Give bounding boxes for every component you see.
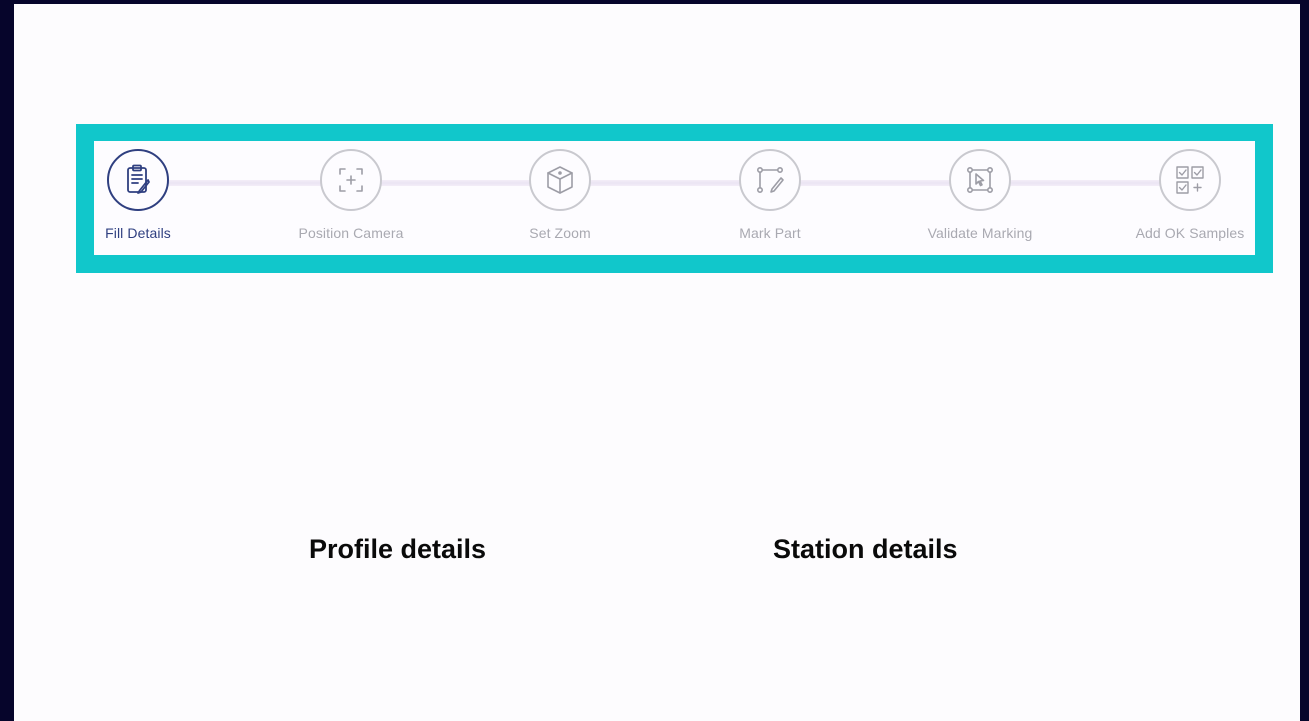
step-position-camera[interactable]: Position Camera xyxy=(261,149,441,241)
step-circle xyxy=(320,149,382,211)
profile-details-title: Profile details xyxy=(309,534,487,564)
progress-stepper: Fill Details Position Camera Set Zoom Ma… xyxy=(94,141,1255,255)
step-add-ok-samples[interactable]: Add OK Samples xyxy=(1100,149,1280,241)
step-label: Set Zoom xyxy=(529,225,591,241)
step-set-zoom[interactable]: Set Zoom xyxy=(470,149,650,241)
clipboard-pencil-icon xyxy=(127,164,150,194)
step-mark-part[interactable]: Mark Part xyxy=(680,149,860,241)
step-circle xyxy=(1159,149,1221,211)
step-label: Fill Details xyxy=(105,225,171,241)
step-circle xyxy=(107,149,169,211)
cube-icon xyxy=(547,166,573,194)
step-fill-details[interactable]: Fill Details xyxy=(48,149,228,241)
app-window: Fill Details Position Camera Set Zoom Ma… xyxy=(14,4,1300,721)
station-details-title: Station details xyxy=(773,534,958,564)
step-label: Mark Part xyxy=(739,225,801,241)
step-label: Add OK Samples xyxy=(1135,225,1245,241)
marking-cursor-icon xyxy=(967,167,993,193)
step-validate-marking[interactable]: Validate Marking xyxy=(890,149,1070,241)
step-circle xyxy=(949,149,1011,211)
step-circle xyxy=(739,149,801,211)
camera-frame-icon xyxy=(339,168,363,192)
step-circle xyxy=(529,149,591,211)
step-label: Validate Marking xyxy=(927,225,1033,241)
samples-grid-icon xyxy=(1176,166,1204,194)
polygon-pencil-icon xyxy=(757,167,784,193)
step-label: Position Camera xyxy=(298,225,404,241)
